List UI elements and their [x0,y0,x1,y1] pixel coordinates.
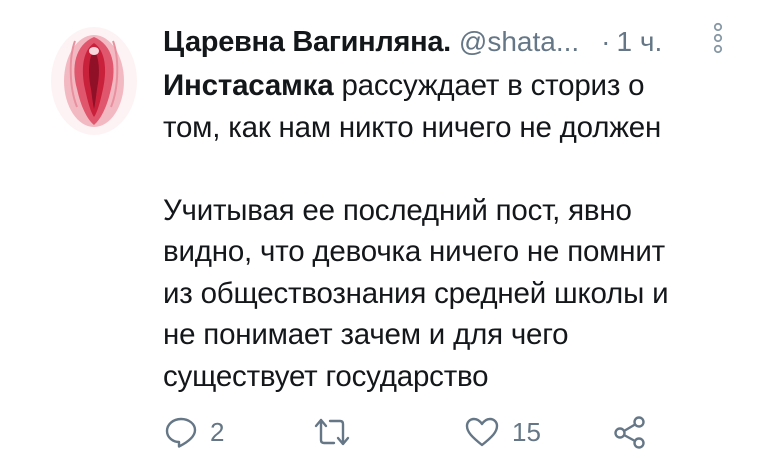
tweet-line: том, как нам никто ничего не должен [163,110,662,144]
retweet-icon [314,418,350,446]
like-button[interactable]: 15 [464,414,541,450]
more-options-button[interactable] [712,20,724,56]
reply-count: 2 [210,416,225,447]
like-icon [465,417,499,447]
share-button[interactable] [612,414,648,450]
tweet-line: видно, что девочка ничего не помнит [163,235,665,268]
tweet-line: Учитывая ее последний пост, явно [163,193,632,227]
retweet-button[interactable] [312,414,364,450]
mention-link[interactable]: Инстасамка [163,69,334,102]
tweet-line: Инстасамка рассуждает в сториз о [163,65,743,107]
reply-icon [165,417,197,448]
tweet-line: существует государство [163,359,489,393]
author-handle[interactable]: @shata... [459,26,579,58]
tweet-line: не понимает зачем и для чего [163,318,569,351]
more-icon [713,22,723,54]
timestamp[interactable]: 1 ч. [617,26,663,58]
tweet-header: Царевна Вагинляна. @shata... · 1 ч. [163,22,723,62]
avatar[interactable] [51,27,137,135]
tweet-text: Инстасамка рассуждает в сториз о том, ка… [163,65,743,397]
author-name[interactable]: Царевна Вагинляна. [163,26,451,59]
separator-dot: · [601,26,611,57]
action-bar: 2 15 [160,414,660,450]
share-icon [614,416,645,449]
avatar-image [51,27,137,135]
reply-button[interactable]: 2 [164,414,224,450]
tweet-line: из обществознания средней школы и [163,276,669,310]
tweet-line-rest: рассуждает в сториз о [333,69,645,102]
like-count: 15 [512,416,541,447]
